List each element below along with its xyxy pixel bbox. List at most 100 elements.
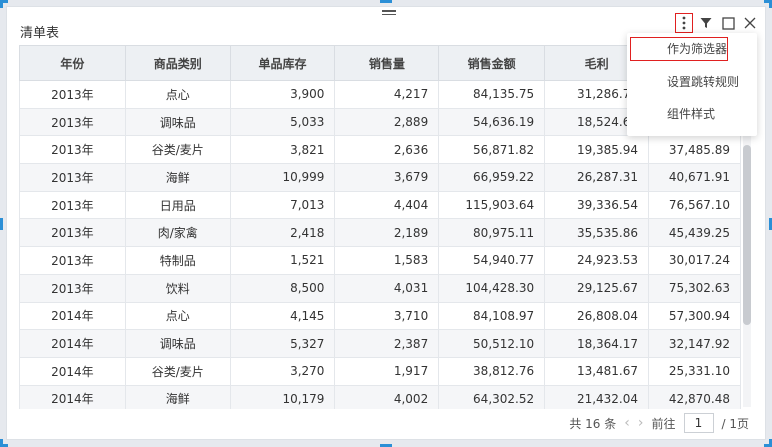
table-cell: 2013年 [19,218,126,248]
table-cell: 2,636 [334,135,440,165]
table-row[interactable]: 2014年 点心 4,145 3,710 84,108.97 26,808.04 57,30… [19,301,741,331]
table-cell: 80,975.11 [438,218,546,248]
table-cell: 45,439.25 [648,218,741,248]
table-cell: 13,481.67 [544,356,650,386]
table-cell: 2014年 [19,301,126,331]
table-cell: 海鲜 [124,163,231,192]
table-row[interactable]: 2013年 谷类/麦片 3,821 2,636 56,871.82 19,385.94 37… [19,135,741,165]
table-cell: 5,033 [229,107,336,137]
table-row[interactable]: 2013年 日用品 7,013 4,404 115,903.64 39,336.54 76,… [19,190,741,220]
table-cell: 39,336.54 [544,190,650,220]
table-cell: 30,017.24 [648,246,741,275]
table-row[interactable]: 2014年 谷类/麦片 3,270 1,917 38,812.76 13,481.67 25… [19,356,741,386]
drag-handle-icon[interactable] [382,10,396,16]
table-cell: 26,808.04 [544,301,650,331]
table-cell: 2013年 [19,163,126,192]
table-cell: 4,031 [334,273,440,303]
scrollbar-thumb[interactable] [743,145,751,325]
table-cell: 点心 [124,80,231,109]
table-cell: 2,387 [334,329,440,358]
table-cell: 42,870.48 [648,384,741,409]
table-cell: 84,108.97 [438,301,546,331]
more-vertical-icon[interactable] [675,13,693,33]
column-header[interactable]: 年份 [19,45,126,81]
table-cell: 64,302.52 [438,384,546,409]
table-cell: 4,145 [229,301,336,331]
table-row[interactable]: 2013年 特制品 1,521 1,583 54,940.77 24,923.53 30,0… [19,246,741,275]
table-cell: 54,636.19 [438,107,546,137]
resize-handle-left[interactable] [0,218,3,230]
resize-handle-tl-v[interactable] [0,0,3,8]
filter-icon[interactable] [697,13,715,33]
table-cell: 57,300.94 [648,301,741,331]
table-cell: 8,500 [229,273,336,303]
table-cell: 76,567.10 [648,190,741,220]
table-cell: 7,013 [229,190,336,220]
menu-item-use-as-filter[interactable]: 作为筛选器 [630,37,728,61]
menu-item-jump-rules[interactable]: 设置跳转规则 [627,67,757,97]
table-cell: 1,917 [334,356,440,386]
table-cell: 饮料 [124,273,231,303]
resize-handle-bl-v[interactable] [0,439,3,447]
table-cell: 2013年 [19,80,126,109]
table-cell: 38,812.76 [438,356,546,386]
table-cell: 4,404 [334,190,440,220]
table-cell: 特制品 [124,246,231,275]
table-cell: 24,923.53 [544,246,650,275]
table-cell: 日用品 [124,190,231,220]
table-cell: 2,189 [334,218,440,248]
table-cell: 2013年 [19,135,126,165]
table-row[interactable]: 2014年 调味品 5,327 2,387 50,512.10 18,364.17 32,1… [19,329,741,358]
menu-item-component-style[interactable]: 组件样式 [627,99,757,129]
table-cell: 104,428.30 [438,273,546,303]
column-header[interactable]: 单品库存 [229,45,336,81]
prev-page-icon[interactable]: ‹ [624,415,630,431]
table-cell: 4,002 [334,384,440,409]
table-cell: 2013年 [19,246,126,275]
close-icon[interactable] [741,13,759,33]
table-cell: 3,900 [229,80,336,109]
table-cell: 50,512.10 [438,329,546,358]
widget-toolbar [675,13,759,33]
column-header[interactable]: 商品类别 [124,45,231,81]
table-cell: 26,287.31 [544,163,650,192]
table-cell: 84,135.75 [438,80,546,109]
widget-context-menu: 作为筛选器 设置跳转规则 组件样式 [627,33,757,136]
resize-handle-top[interactable] [380,0,392,3]
table-cell: 2013年 [19,107,126,137]
table-cell: 2014年 [19,356,126,386]
table-cell: 25,331.10 [648,356,741,386]
table-cell: 29,125.67 [544,273,650,303]
table-cell: 10,179 [229,384,336,409]
table-cell: 调味品 [124,329,231,358]
page-input[interactable]: 1 [683,413,714,433]
column-header[interactable]: 销售量 [334,45,440,81]
table-cell: 调味品 [124,107,231,137]
table-cell: 点心 [124,301,231,331]
table-cell: 40,671.91 [648,163,741,192]
column-header[interactable]: 销售金额 [438,45,546,81]
table-cell: 2014年 [19,329,126,358]
table-cell: 5,327 [229,329,336,358]
table-cell: 4,217 [334,80,440,109]
table-cell: 1,521 [229,246,336,275]
table-cell: 10,999 [229,163,336,192]
table-cell: 谷类/麦片 [124,135,231,165]
next-page-icon[interactable]: › [638,415,644,431]
table-row[interactable]: 2013年 饮料 8,500 4,031 104,428.30 29,125.67 75,3… [19,273,741,303]
total-pages: / 1页 [721,416,750,431]
table-cell: 3,710 [334,301,440,331]
table-row[interactable]: 2013年 海鲜 10,999 3,679 66,959.22 26,287.31 40,6… [19,163,741,192]
table-row[interactable]: 2014年 海鲜 10,179 4,002 64,302.52 21,432.04 42,8… [19,384,741,409]
table-cell: 54,940.77 [438,246,546,275]
table-cell: 115,903.64 [438,190,546,220]
table-cell: 2013年 [19,273,126,303]
maximize-icon[interactable] [719,13,737,33]
table-cell: 谷类/麦片 [124,356,231,386]
table-cell: 18,364.17 [544,329,650,358]
table-cell: 3,821 [229,135,336,165]
table-cell: 32,147.92 [648,329,741,358]
table-cell: 37,485.89 [648,135,741,165]
table-cell: 35,535.86 [544,218,650,248]
table-row[interactable]: 2013年 肉/家禽 2,418 2,189 80,975.11 35,535.86 45,… [19,218,741,248]
